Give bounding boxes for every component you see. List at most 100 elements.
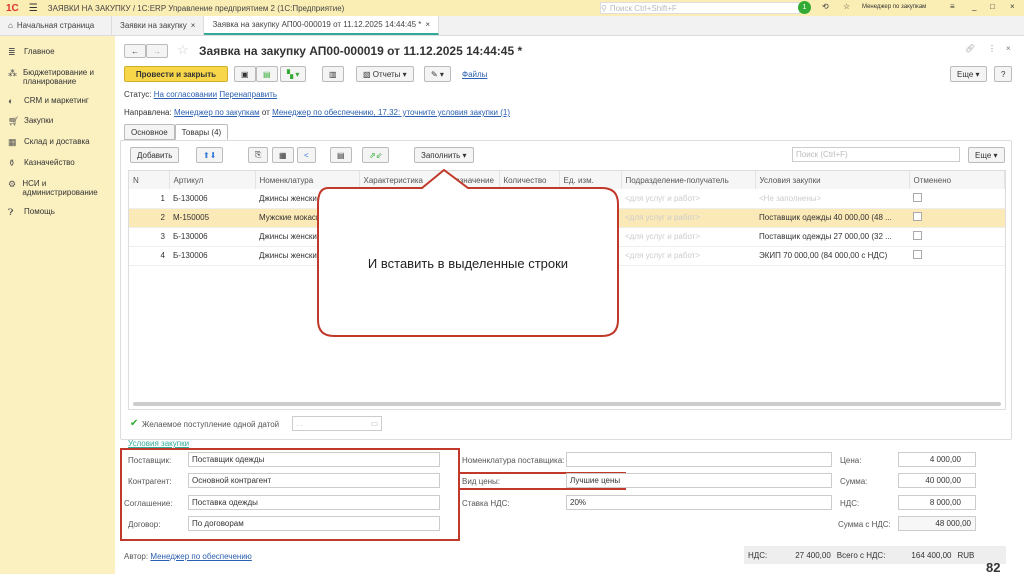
gear-icon: ⚙ [8, 179, 17, 189]
forward-button[interactable]: → [146, 44, 168, 58]
create-based-icon[interactable]: ▚ ▾ [280, 66, 307, 82]
row-article: М-150005 [169, 208, 255, 228]
sent-to-link[interactable]: Менеджер по закупкам [174, 108, 260, 117]
desired-date-input[interactable]: . . ▭ [292, 416, 382, 431]
col-cancelled[interactable]: Отменено [909, 171, 1005, 189]
notifications-icon[interactable]: 1 [798, 1, 811, 14]
sum-label: Сумма: [840, 477, 868, 486]
row-conditions: Поставщик одежды 27 000,00 (32 ... [755, 227, 909, 247]
calendar-icon[interactable]: ▭ [370, 419, 378, 428]
cancelled-checkbox[interactable] [913, 192, 922, 202]
supplier-nomenclature-label: Номенклатура поставщика: [462, 456, 565, 465]
row-number: 2 [129, 208, 169, 228]
more-table-button[interactable]: Еще ▾ [968, 147, 1005, 163]
row-cancelled [909, 208, 1005, 228]
vat-input[interactable]: 8 000,00 [898, 495, 976, 510]
close-icon[interactable]: × [425, 20, 430, 29]
close-icon[interactable]: × [191, 21, 196, 30]
sidebar-item-admin[interactable]: ⚙ НСИ и администрирование [0, 174, 115, 202]
maximize-button[interactable]: □ [990, 2, 995, 11]
title-bar: 1С ☰ ЗАЯВКИ НА ЗАКУПКУ / 1С:ERP Управлен… [0, 0, 1024, 16]
callout-text: И вставить в выделенные строки [367, 256, 569, 271]
history-icon[interactable]: ⟲ [822, 2, 829, 11]
sidebar-item-warehouse[interactable]: ▦ Склад и доставка [0, 132, 115, 153]
redirect-link[interactable]: Перенаправить [219, 90, 277, 99]
global-search[interactable]: ⚲ Поиск Ctrl+Shift+F [600, 2, 800, 14]
files-link[interactable]: Файлы [462, 70, 487, 79]
desired-date-checkbox[interactable]: ✔ [130, 418, 138, 429]
close-button[interactable]: × [1010, 2, 1015, 11]
author-link[interactable]: Менеджер по обеспечению [150, 552, 251, 561]
move-up-icon[interactable]: ⬆⬇ [196, 147, 224, 163]
supplier-nomenclature-input[interactable] [566, 452, 832, 467]
post-icon[interactable]: ▤ [256, 66, 278, 82]
save-icon[interactable]: ▣ [234, 66, 256, 82]
favorite-star-icon[interactable]: ☆ [177, 42, 189, 58]
col-conditions[interactable]: Условия закупки [755, 171, 910, 189]
status-value-link[interactable]: На согласовании [154, 90, 217, 99]
help-button[interactable]: ? [994, 66, 1013, 82]
sidebar-item-help[interactable]: ❓︎ Помощь [0, 202, 115, 223]
vat-rate-input[interactable]: 20% [566, 495, 832, 510]
counterparty-label: Контрагент: [128, 477, 172, 486]
total-vat: 27 400,00 [795, 550, 831, 560]
row-dept: <для услуг и работ> [621, 208, 755, 228]
home-icon: ⌂ [8, 21, 13, 30]
add-button[interactable]: Добавить [130, 147, 180, 163]
user-name[interactable]: Менеджер по закупкам [862, 4, 926, 10]
totals: НДС: 27 400,00 Всего с НДС: 164 400,00 R… [744, 546, 1006, 564]
sidebar-item-purchases[interactable]: 🛒︎ Закупки [0, 111, 115, 132]
post-close-button[interactable]: Провести и закрыть [124, 66, 228, 82]
close-doc-icon[interactable]: × [1006, 44, 1011, 53]
price-label: Цена: [840, 456, 862, 465]
row-article: Б-130006 [169, 227, 255, 247]
back-button[interactable]: ← [124, 44, 146, 58]
sidebar-item-budget[interactable]: ⁂ Бюджетирование и планирование [0, 63, 115, 91]
horizontal-scrollbar[interactable] [133, 402, 1001, 406]
sent-from-link[interactable]: Менеджер по обеспечению, 17.32: уточните… [272, 108, 510, 117]
col-article[interactable]: Артикул [169, 171, 256, 189]
1c-logo: 1С [6, 2, 19, 14]
more-vertical-icon[interactable]: ⋮ [988, 44, 996, 53]
settings-icon[interactable]: ≡ [950, 2, 955, 11]
counterparty-input[interactable]: Основной контрагент [188, 473, 440, 488]
tab-home[interactable]: ⌂ Начальная страница [0, 16, 112, 35]
crm-icon: ◐ [8, 96, 14, 106]
currency: RUB [957, 550, 975, 560]
tab-goods[interactable]: Товары (4) [174, 124, 229, 140]
sum-vat-input: 48 000,00 [898, 516, 976, 531]
sidebar-item-crm[interactable]: ◐ CRM и маркетинг [0, 91, 115, 111]
agreement-input[interactable]: Поставка одежды [188, 495, 440, 510]
more-button[interactable]: Еще ▾ [950, 66, 987, 82]
star-icon[interactable]: ☆ [843, 2, 850, 11]
attach-button[interactable]: ✎ ▾ [424, 66, 451, 82]
table-icon[interactable]: ▦ [272, 147, 294, 163]
price-input[interactable]: 4 000,00 [898, 452, 976, 467]
table-search-input[interactable]: Поиск (Ctrl+F) [792, 147, 960, 162]
reports-button[interactable]: ▧ Отчеты ▾ [356, 66, 414, 82]
copy-icon[interactable]: ⎘ [248, 147, 269, 163]
price-type-input[interactable]: Лучшие цены [566, 473, 832, 488]
window-title: ЗАЯВКИ НА ЗАКУПКУ / 1С:ERP Управление пр… [47, 3, 345, 13]
col-dept[interactable]: Подразделение-получатель [621, 171, 756, 189]
sidebar-item-treasury[interactable]: ⚱ Казначейство [0, 153, 115, 174]
callout-shape [317, 168, 619, 337]
contract-label: Договор: [128, 520, 161, 529]
supplier-input[interactable]: Поставщик одежды [188, 452, 440, 467]
tab-requests[interactable]: Заявки на закупку × [112, 16, 205, 35]
col-n[interactable]: N [129, 171, 170, 189]
conditions-link[interactable]: Условия закупки [128, 439, 189, 448]
contract-input[interactable]: По договорам [188, 516, 440, 531]
structure-icon[interactable]: ▥ [322, 66, 344, 82]
tab-main[interactable]: Основное [124, 124, 175, 140]
minimize-button[interactable]: _ [972, 2, 976, 11]
cancelled-checkbox[interactable] [913, 231, 922, 240]
desired-date-label: Желаемое поступление одной датой [142, 420, 280, 429]
cancelled-checkbox[interactable] [913, 250, 922, 259]
menu-icon[interactable]: ☰ [29, 3, 38, 14]
sidebar-item-main[interactable]: ≣ Главное [0, 42, 115, 63]
sum-input[interactable]: 40 000,00 [898, 473, 976, 488]
tab-request-doc[interactable]: Заявка на закупку АП00-000019 от 11.12.2… [204, 16, 440, 35]
link-icon[interactable]: 🔗︎ [965, 44, 975, 53]
cancelled-checkbox[interactable] [913, 212, 922, 221]
